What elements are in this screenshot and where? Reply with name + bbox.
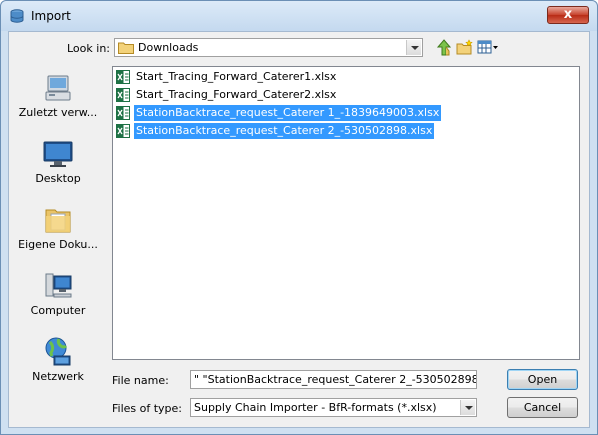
place-recent[interactable]: Zuletzt verw... (11, 66, 105, 130)
place-label: Netzwerk (32, 370, 84, 383)
place-label: Desktop (35, 172, 81, 185)
places-bar: Zuletzt verw... Desktop Eigene Doku... C… (11, 66, 105, 391)
network-globe-icon (45, 337, 71, 366)
recent-items-icon (45, 75, 71, 101)
folder-icon (118, 42, 134, 54)
cancel-button[interactable]: Cancel (507, 397, 578, 418)
view-menu-icon[interactable] (477, 39, 499, 56)
file-name: StationBacktrace_request_Caterer 1_-1839… (134, 105, 442, 121)
excel-file-icon (116, 106, 130, 120)
filename-label: File name: (112, 374, 169, 387)
desktop-icon (43, 141, 73, 167)
filetype-value: Supply Chain Importer - BfR-formats (*.x… (194, 401, 437, 414)
title-bar[interactable]: Import x (1, 1, 597, 31)
excel-file-icon (116, 124, 130, 138)
filename-input[interactable]: " "StationBacktrace_request_Caterer 2_-5… (190, 370, 477, 389)
filetype-select[interactable]: Supply Chain Importer - BfR-formats (*.x… (190, 398, 477, 417)
file-name: Start_Tracing_Forward_Caterer2.xlsx (136, 88, 337, 101)
lookin-label: Look in: (67, 42, 110, 55)
file-name: Start_Tracing_Forward_Caterer1.xlsx (136, 70, 337, 83)
documents-folder-icon (45, 209, 71, 233)
excel-file-icon (116, 88, 130, 102)
up-folder-icon[interactable] (435, 39, 453, 56)
place-computer[interactable]: Computer (11, 264, 105, 328)
close-button[interactable]: x (547, 6, 589, 24)
place-label: Zuletzt verw... (18, 106, 98, 119)
lookin-value: Downloads (138, 41, 199, 54)
close-icon: x (563, 7, 573, 22)
file-list[interactable]: Start_Tracing_Forward_Caterer1.xlsx Star… (112, 66, 580, 360)
place-desktop[interactable]: Desktop (11, 132, 105, 196)
place-label: Eigene Doku... (18, 238, 98, 251)
import-dialog: Import x Look in: Downloads Zuletzt verw… (0, 0, 598, 435)
lookin-combo[interactable]: Downloads (114, 38, 423, 57)
place-documents[interactable]: Eigene Doku... (11, 198, 105, 262)
file-name: StationBacktrace_request_Caterer 2_-5305… (134, 123, 435, 139)
open-button[interactable]: Open (507, 369, 578, 390)
place-network[interactable]: Netzwerk (11, 330, 105, 394)
new-folder-icon[interactable] (456, 39, 474, 56)
dialog-body: Look in: Downloads Zuletzt verw... Deskt… (8, 31, 590, 428)
chevron-down-icon[interactable] (406, 40, 421, 55)
excel-file-icon (116, 70, 130, 84)
window-title: Import (31, 9, 71, 23)
filetype-label: Files of type: (112, 402, 183, 415)
database-icon (10, 9, 24, 23)
place-label: Computer (30, 304, 86, 317)
computer-icon (45, 273, 72, 298)
chevron-down-icon[interactable] (460, 400, 475, 415)
